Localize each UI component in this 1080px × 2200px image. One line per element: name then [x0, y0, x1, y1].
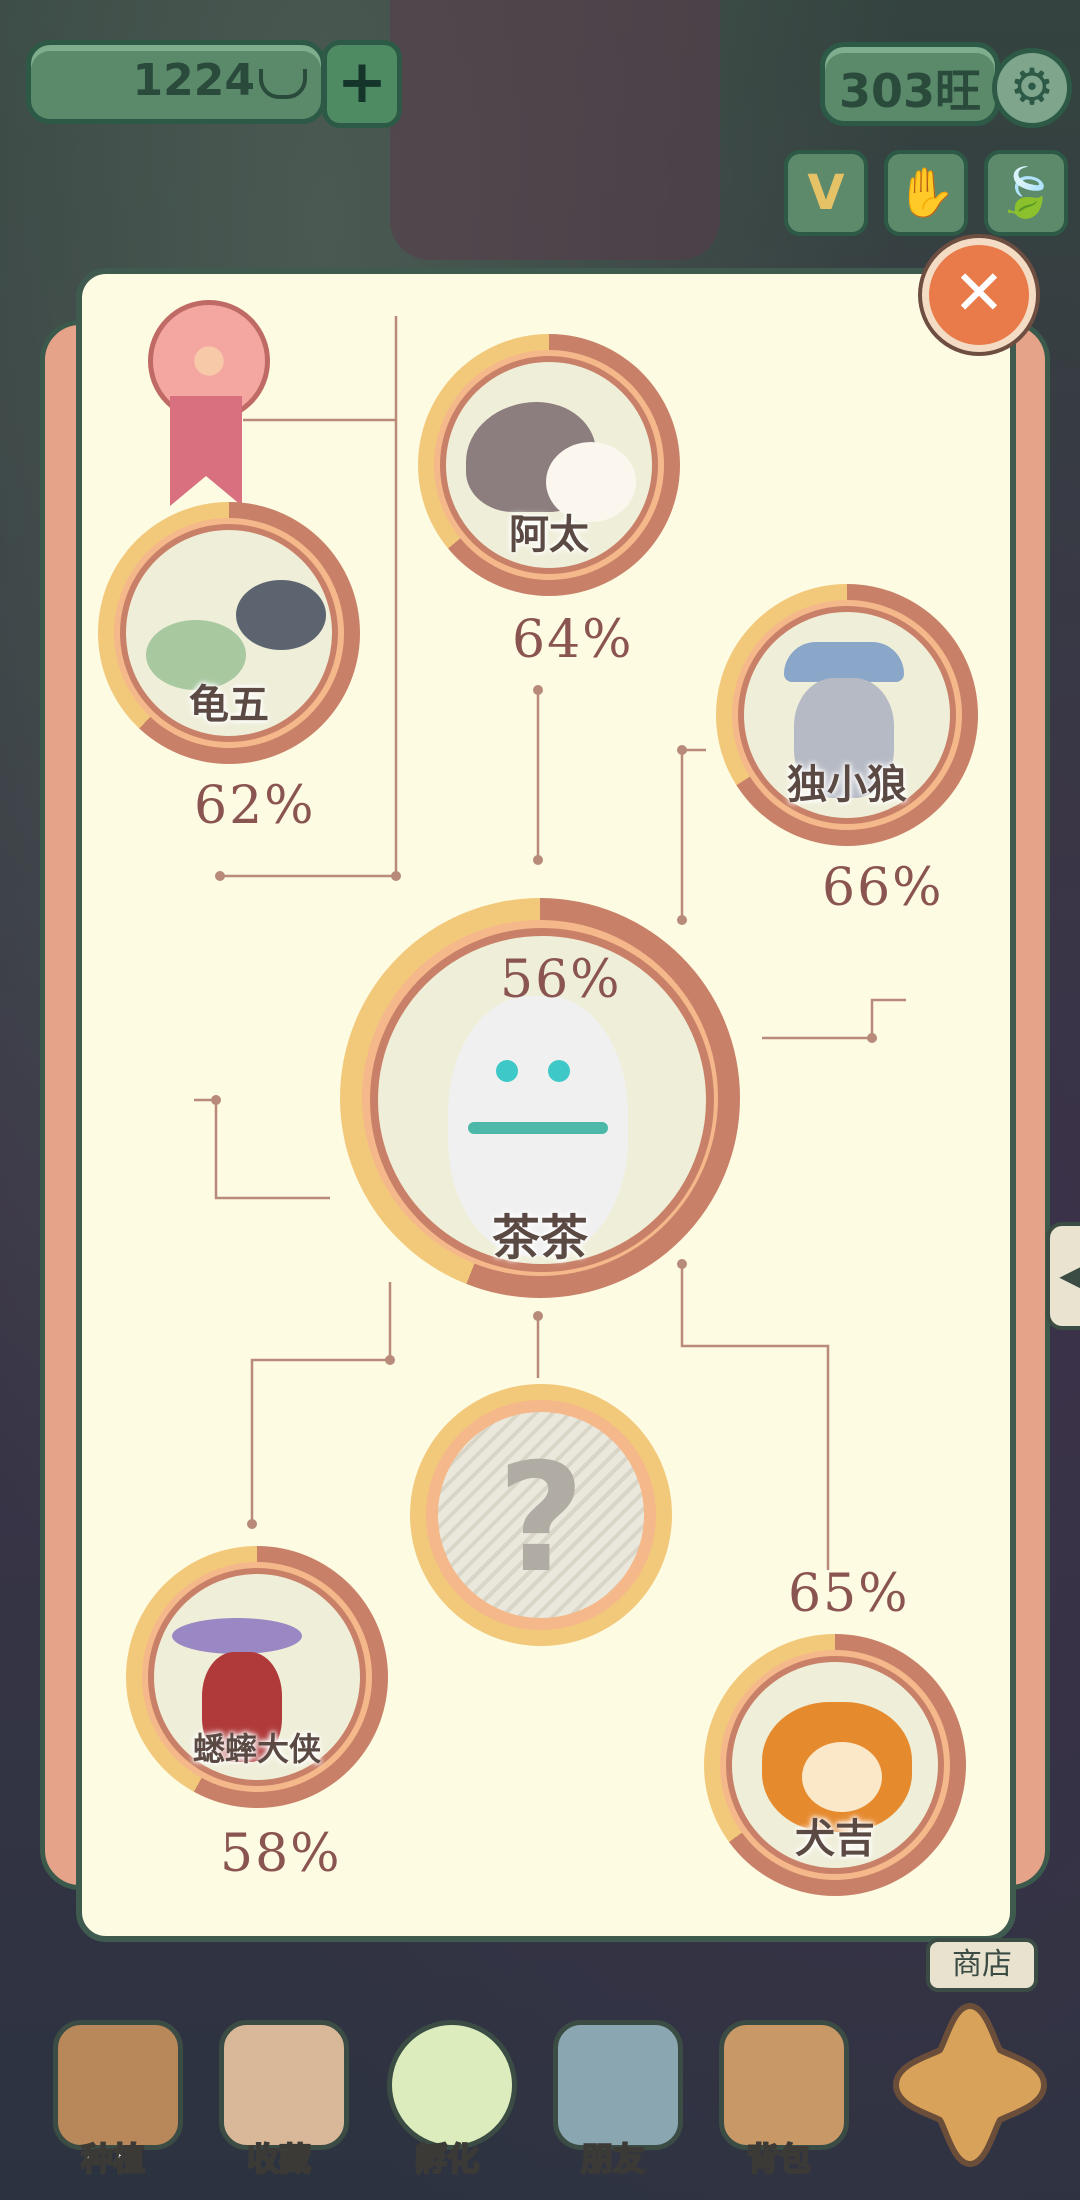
- character-name: 蟋蟀大侠: [192, 1730, 321, 1768]
- action-button[interactable]: [890, 2000, 1050, 2170]
- character-guiwu[interactable]: 龟五: [98, 502, 360, 764]
- plant-icon: [53, 2020, 183, 2150]
- cat-icon: [553, 2020, 683, 2150]
- nav-collection[interactable]: 收藏: [204, 2020, 354, 2180]
- character-duxiaolang[interactable]: 独小狼: [716, 584, 978, 846]
- affinity-percent: 64%: [512, 610, 634, 670]
- nav-backpack[interactable]: 背包: [704, 2020, 854, 2180]
- nav-label: 背包: [746, 2139, 812, 2179]
- character-name: 茶茶: [491, 1210, 588, 1266]
- affinity-percent: 66%: [822, 858, 944, 918]
- side-drawer-tab[interactable]: ◀: [1046, 1222, 1080, 1330]
- nav-plant[interactable]: 种植: [38, 2020, 188, 2180]
- flower-ribbon-icon: [148, 300, 270, 506]
- character-name: 独小狼: [787, 762, 907, 808]
- character-quxidaxia[interactable]: 蟋蟀大侠: [126, 1546, 388, 1808]
- character-name: 阿太: [509, 512, 589, 558]
- affinity-percent: 58%: [220, 1824, 342, 1884]
- basket-icon: [719, 2020, 849, 2150]
- nav-label: 孵化: [414, 2139, 480, 2179]
- book-icon: [219, 2020, 349, 2150]
- character-atai[interactable]: 阿太: [418, 334, 680, 596]
- nav-label: 收藏: [246, 2139, 312, 2179]
- affinity-percent: 62%: [194, 776, 316, 836]
- character-name: 犬吉: [795, 1816, 875, 1862]
- locked-character-slot[interactable]: ?: [410, 1384, 672, 1646]
- question-mark-icon: ?: [497, 1432, 585, 1606]
- nav-label: 种植: [80, 2139, 146, 2179]
- nav-friends[interactable]: 朋友: [538, 2020, 688, 2180]
- nav-label: 朋友: [580, 2139, 646, 2179]
- character-name: 龟五: [189, 682, 269, 728]
- nav-hatch[interactable]: 孵化: [372, 2020, 522, 2180]
- close-button[interactable]: ✕: [922, 238, 1036, 352]
- character-quanji[interactable]: 犬吉: [704, 1634, 966, 1896]
- affinity-percent: 65%: [788, 1564, 910, 1624]
- affinity-percent: 56%: [500, 950, 622, 1010]
- shop-button[interactable]: 商店: [926, 1938, 1038, 1992]
- egg-icon: [387, 2020, 517, 2150]
